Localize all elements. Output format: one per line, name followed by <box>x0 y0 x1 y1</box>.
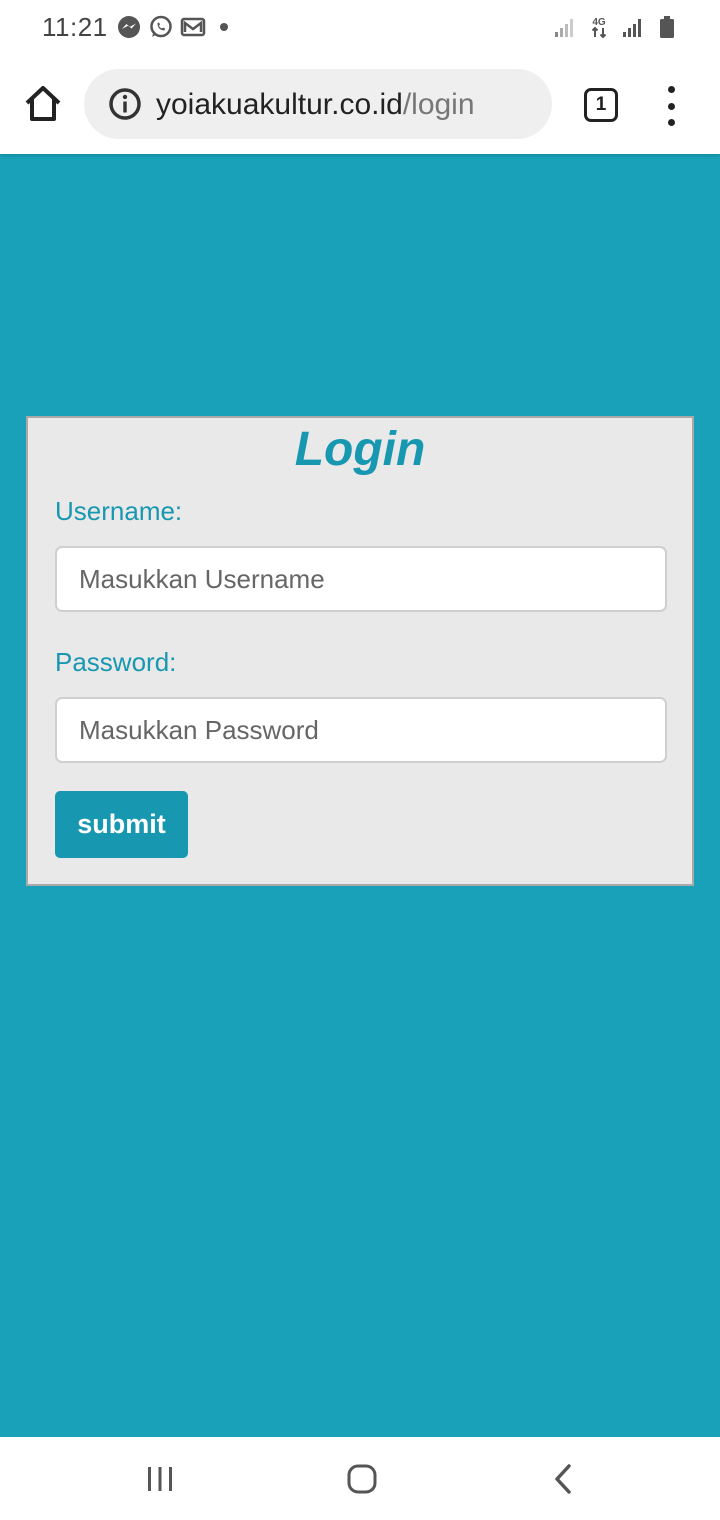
url-path: /login <box>402 88 475 121</box>
password-label: Password: <box>55 647 177 677</box>
status-bar: 11:21 4G <box>0 0 720 56</box>
address-bar[interactable]: yoiakuakultur.co.id/login <box>84 69 552 139</box>
password-input[interactable] <box>55 697 667 763</box>
username-input[interactable] <box>55 546 667 612</box>
username-label: Username: <box>55 496 183 526</box>
url-text[interactable]: yoiakuakultur.co.id/login <box>156 88 475 122</box>
info-icon[interactable] <box>108 87 142 121</box>
signal-icon <box>623 19 641 37</box>
tab-count: 1 <box>595 94 607 115</box>
system-status-icons: 4G <box>552 14 680 40</box>
url-domain: yoiakuakultur.co.id <box>156 88 403 121</box>
gmail-icon <box>180 17 206 37</box>
notification-icons <box>116 14 228 40</box>
status-time: 11:21 <box>42 12 108 42</box>
submit-button[interactable]: submit <box>55 791 188 858</box>
battery-icon <box>660 16 674 38</box>
home-icon[interactable] <box>22 83 64 125</box>
network-label: 4G <box>592 17 606 28</box>
navigation-bar <box>0 1437 720 1520</box>
back-icon[interactable] <box>544 1459 584 1499</box>
more-options-icon[interactable] <box>662 86 680 126</box>
notification-dot <box>220 23 228 31</box>
login-title: Login <box>294 423 426 476</box>
whatsapp-icon <box>150 15 172 38</box>
nav-home-icon[interactable] <box>342 1459 382 1499</box>
network-4g-icon: 4G <box>591 17 607 39</box>
messenger-icon <box>118 16 140 38</box>
tab-switcher-button[interactable]: 1 <box>584 88 618 122</box>
recent-apps-icon[interactable] <box>140 1459 180 1499</box>
login-form: Login Username: Password: submit <box>26 416 694 886</box>
browser-toolbar: yoiakuakultur.co.id/login 1 <box>0 56 720 154</box>
signal-icon <box>555 19 573 37</box>
